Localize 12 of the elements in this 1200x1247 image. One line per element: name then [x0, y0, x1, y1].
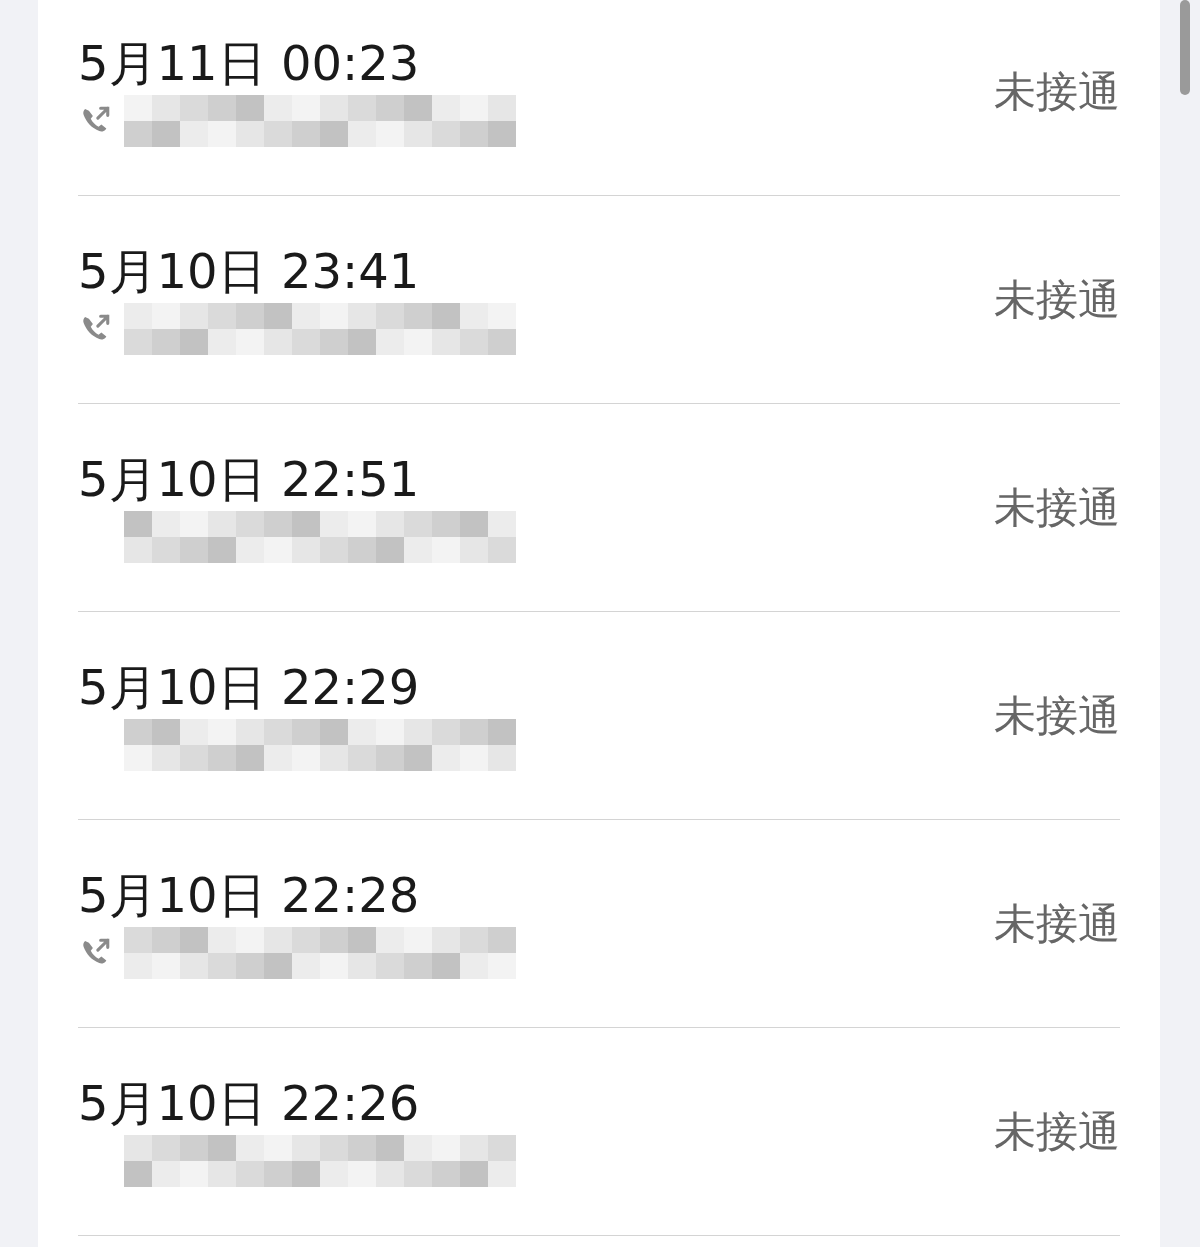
call-time: 5月10日 23:41	[78, 241, 420, 300]
call-time: 5月11日 00:23	[78, 33, 420, 92]
call-time: 5月10日 22:29	[78, 657, 420, 716]
call-status: 未接通	[994, 898, 1120, 950]
call-status: 未接通	[994, 274, 1120, 326]
call-status: 未接通	[994, 690, 1120, 742]
call-status: 未接通	[994, 482, 1120, 534]
call-status: 未接通	[994, 66, 1120, 118]
call-time: 5月10日 22:28	[78, 865, 420, 924]
call-time: 5月10日 22:51	[78, 449, 420, 508]
call-status: 未接通	[994, 1106, 1120, 1158]
call-time: 5月10日 22:26	[78, 1073, 420, 1132]
